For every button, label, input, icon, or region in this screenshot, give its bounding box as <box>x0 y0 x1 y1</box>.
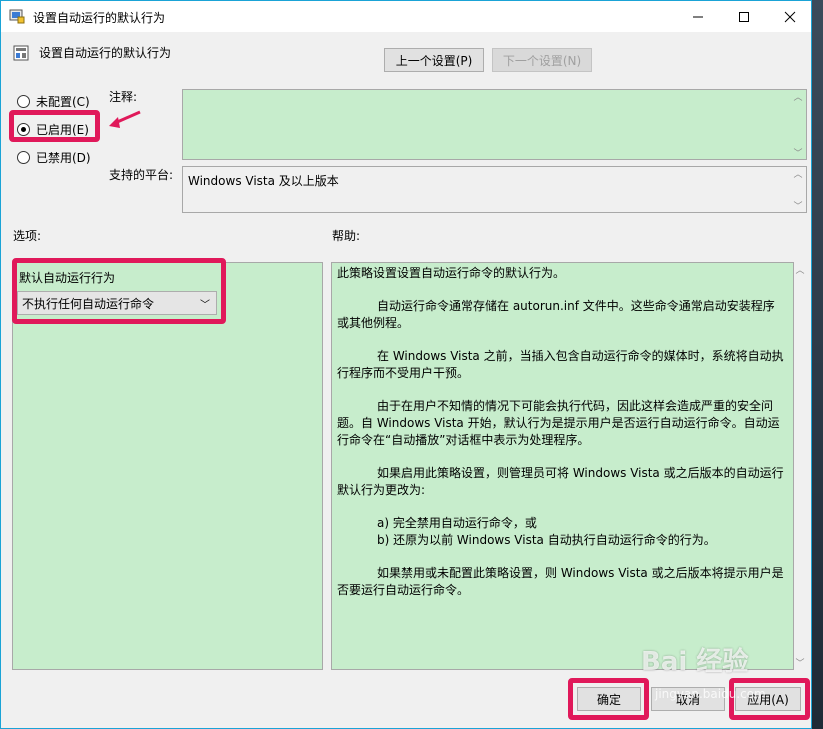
platform-value: Windows Vista 及以上版本 <box>188 174 339 188</box>
maximize-icon <box>739 11 749 22</box>
minimize-button[interactable] <box>675 1 721 32</box>
policy-app-icon <box>9 9 25 24</box>
previous-setting-button[interactable]: 上一个设置(P) <box>384 48 484 72</box>
help-paragraph: 此策略设置设置自动运行命令的默认行为。 <box>337 266 566 280</box>
help-text: 此策略设置设置自动运行命令的默认行为。 自动运行命令通常存储在 autorun.… <box>337 265 785 615</box>
radio-label: 已禁用(D) <box>36 151 91 165</box>
next-setting-button[interactable]: 下一个设置(N) <box>492 48 592 72</box>
help-paragraph: a) 完全禁用自动运行命令，或 <box>377 516 537 530</box>
comment-label: 注释: <box>109 90 138 104</box>
scroll-down-icon[interactable]: ﹀ <box>795 656 804 669</box>
comment-textarea[interactable]: ︿ ﹀ <box>182 89 807 160</box>
maximize-button[interactable] <box>721 1 767 32</box>
options-header: 选项: <box>13 229 42 243</box>
help-header: 帮助: <box>332 229 361 243</box>
highlight-options-select <box>12 258 226 324</box>
title-bar: 设置自动运行的默认行为 <box>1 1 811 32</box>
scroll-up-icon[interactable]: ︿ <box>793 167 802 180</box>
help-paragraph: 自动运行命令通常存储在 autorun.inf 文件中。这些命令通常启动安装程序… <box>337 299 775 330</box>
close-icon <box>784 11 796 22</box>
scroll-down-icon[interactable]: ﹀ <box>793 146 802 159</box>
help-paragraph: b) 还原为以前 Windows Vista 自动执行自动运行命令的行为。 <box>377 533 716 547</box>
platform-label: 支持的平台: <box>109 168 174 182</box>
window-title: 设置自动运行的默认行为 <box>33 11 166 25</box>
policy-setting-icon <box>13 45 29 61</box>
scroll-up-icon[interactable]: ︿ <box>793 90 802 103</box>
baidu-watermark-url: jingyan.baidu.com <box>655 687 766 701</box>
help-paragraph: 由于在用户不知情的情况下可能会执行代码，因此这样会造成严重的安全问题。自 Win… <box>337 399 780 447</box>
highlight-ok-button <box>568 678 649 720</box>
policy-dialog: 设置自动运行的默认行为 设置自动运行的默认行为 上一个设置(P) 下一个设置(N… <box>0 0 812 729</box>
desktop-background <box>812 0 823 729</box>
comment-scrollbar[interactable]: ︿ ﹀ <box>790 90 806 159</box>
help-paragraph: 如果禁用或未配置此策略设置，则 Windows Vista 或之后版本将提示用户… <box>337 566 784 597</box>
platform-scrollbar[interactable]: ︿ ﹀ <box>790 167 806 212</box>
minimize-icon <box>693 16 703 17</box>
radio-circle[interactable] <box>17 95 30 108</box>
highlight-enabled-radio <box>9 110 100 142</box>
platform-field: Windows Vista 及以上版本 ︿ ﹀ <box>182 166 807 213</box>
radio-disabled[interactable]: 已禁用(D) <box>17 149 91 166</box>
radio-not-configured[interactable]: 未配置(C) <box>17 93 90 110</box>
policy-name: 设置自动运行的默认行为 <box>39 46 172 60</box>
baidu-watermark: Bai 经验 <box>641 647 749 677</box>
radio-circle[interactable] <box>17 151 30 164</box>
radio-label: 未配置(C) <box>36 95 90 109</box>
scroll-down-icon[interactable]: ﹀ <box>793 199 802 212</box>
close-button[interactable] <box>767 1 813 32</box>
scroll-up-icon[interactable]: ︿ <box>795 263 804 276</box>
help-paragraph: 在 Windows Vista 之前，当插入包含自动运行命令的媒体时，系统将自动… <box>337 349 784 380</box>
help-paragraph: 如果启用此策略设置，则管理员可将 Windows Vista 或之后版本的自动运… <box>337 466 784 497</box>
annotation-arrow-icon <box>109 110 141 128</box>
help-scrollbar[interactable]: ︿ ﹀ <box>792 263 808 669</box>
